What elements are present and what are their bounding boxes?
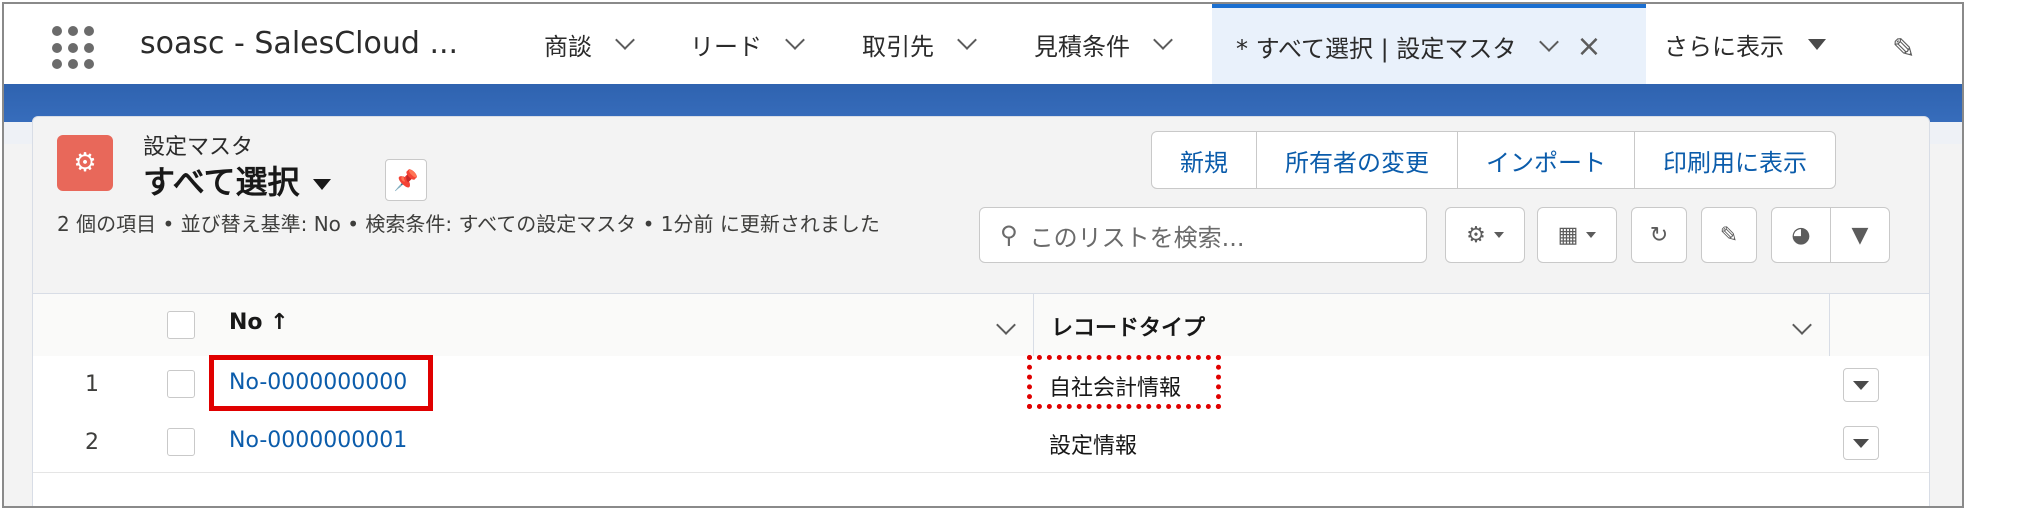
chevron-down-icon[interactable] <box>615 30 635 50</box>
column-divider <box>1033 294 1034 356</box>
new-button[interactable]: 新規 <box>1152 132 1257 188</box>
table-header-row: No ↑ レコードタイプ <box>33 294 1929 357</box>
change-owner-button[interactable]: 所有者の変更 <box>1257 132 1458 188</box>
nav-item-settings-master-tab[interactable]: * すべて選択 | 設定マスタ × <box>1212 4 1646 84</box>
row-checkbox[interactable] <box>167 370 195 398</box>
nav-item-label: 見積条件 <box>1034 32 1130 61</box>
caret-down-icon <box>1586 232 1597 238</box>
record-link[interactable]: No-0000000001 <box>229 428 407 453</box>
top-nav: soasc - SalesCloud ... 商談 リード 取引先 見積条件 *… <box>4 4 1962 85</box>
display-as-button[interactable]: ▦ <box>1537 207 1617 263</box>
pin-icon[interactable]: 📌 <box>385 159 427 201</box>
row-actions-button[interactable] <box>1843 426 1879 460</box>
chart-button[interactable]: ◕ <box>1771 207 1831 263</box>
app-window: soasc - SalesCloud ... 商談 リード 取引先 見積条件 *… <box>2 2 1964 508</box>
column-header-record-type[interactable]: レコードタイプ <box>1051 310 1205 342</box>
printable-view-button[interactable]: 印刷用に表示 <box>1635 132 1835 188</box>
nav-item-quote-terms[interactable]: 見積条件 <box>1034 4 1173 84</box>
list-settings-button[interactable]: ⚙ <box>1445 207 1525 263</box>
column-header-label: レコードタイプ <box>1051 316 1206 341</box>
nav-item-more[interactable]: さらに表示 <box>1664 4 1826 84</box>
edit-icon: ✎ <box>1719 222 1739 248</box>
app-name: soasc - SalesCloud ... <box>140 26 459 61</box>
chevron-down-icon[interactable] <box>1792 315 1812 335</box>
chevron-down-icon[interactable] <box>785 30 805 50</box>
nav-item-label: * すべて選択 | 設定マスタ <box>1236 34 1517 63</box>
table-row: 2 No-0000000001 設定情報 <box>33 414 1929 473</box>
nav-item-label: リード <box>690 32 762 61</box>
row-actions-button[interactable] <box>1843 368 1879 402</box>
nav-item-label: 商談 <box>544 32 592 61</box>
caret-down-icon <box>1808 38 1826 50</box>
refresh-button[interactable]: ↻ <box>1631 207 1687 263</box>
import-button[interactable]: インポート <box>1458 132 1635 188</box>
nav-item-accounts[interactable]: 取引先 <box>862 4 977 84</box>
edit-icon[interactable]: ✎ <box>1892 32 1915 65</box>
nav-item-label: さらに表示 <box>1664 32 1784 61</box>
list-view-card: ⚙ 設定マスタ すべて選択 📌 2 個の項目 • 並び替え基準: No • 検索… <box>32 116 1930 506</box>
highlight-box-record-type <box>1027 355 1221 409</box>
filter-icon: ▼ <box>1851 222 1869 248</box>
row-number: 2 <box>85 430 99 455</box>
column-header-no[interactable]: No ↑ <box>229 310 289 335</box>
caret-down-icon <box>1493 232 1504 238</box>
chevron-down-icon[interactable] <box>1539 32 1560 52</box>
column-divider <box>1829 294 1830 356</box>
list-search-input[interactable]: ⚲ このリストを検索... <box>979 207 1427 263</box>
search-placeholder: このリストを検索... <box>1029 223 1245 252</box>
nav-item-leads[interactable]: リード <box>690 4 805 84</box>
select-all-checkbox[interactable] <box>167 311 195 339</box>
action-button-group: 新規 所有者の変更 インポート 印刷用に表示 <box>1151 131 1836 189</box>
chevron-down-icon[interactable] <box>996 315 1016 335</box>
table-icon: ▦ <box>1557 222 1579 248</box>
chevron-down-icon[interactable] <box>957 30 977 50</box>
close-icon[interactable]: × <box>1576 29 1601 64</box>
caret-down-icon <box>313 178 332 190</box>
app-launcher-icon[interactable] <box>52 26 96 70</box>
nav-item-opportunities[interactable]: 商談 <box>544 4 635 84</box>
gear-icon: ⚙ <box>1466 222 1486 248</box>
list-metadata: 2 個の項目 • 並び替え基準: No • 検索条件: すべての設定マスタ • … <box>57 212 880 236</box>
settings-icon: ⚙ <box>57 135 113 191</box>
highlight-box-record-link <box>209 355 433 411</box>
chart-icon: ◕ <box>1791 222 1811 248</box>
list-view-name: すべて選択 <box>143 163 300 201</box>
refresh-icon: ↻ <box>1649 222 1669 248</box>
list-view-selector[interactable]: すべて選択 <box>143 157 332 203</box>
filter-button[interactable]: ▼ <box>1830 207 1890 263</box>
inline-edit-button[interactable]: ✎ <box>1701 207 1757 263</box>
caret-down-icon <box>1853 380 1869 390</box>
column-header-label: No ↑ <box>229 310 289 335</box>
chevron-down-icon[interactable] <box>1153 30 1173 50</box>
record-type-value: 設定情報 <box>1049 434 1138 459</box>
row-number: 1 <box>85 372 99 397</box>
caret-down-icon <box>1853 438 1869 448</box>
search-icon: ⚲ <box>1000 221 1018 249</box>
row-checkbox[interactable] <box>167 428 195 456</box>
nav-item-label: 取引先 <box>862 32 934 61</box>
